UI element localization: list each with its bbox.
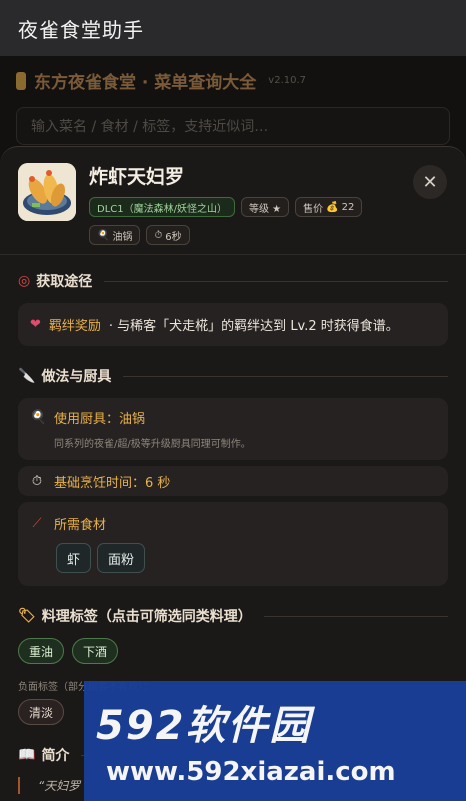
watermark-overlay: 592软件园 www.592xiazai.com — [84, 681, 466, 801]
ingredient-chip[interactable]: 面粉 — [97, 543, 146, 573]
bottle-icon — [16, 71, 26, 90]
cooker-note: 同系列的夜雀/超/极等升级厨具同理可制作。 — [54, 439, 251, 450]
watermark-url: www.592xiazai.com — [106, 757, 396, 787]
cooker-line: 使用厨具：油锅 — [54, 412, 146, 427]
cooker-card: 🍳 使用厨具：油锅 同系列的夜雀/超/极等升级厨具同理可制作。 — [18, 398, 448, 460]
watermark-brand: 592软件园 — [96, 703, 312, 749]
obtain-card: ❤ 羁绊奖励 · 与稀客「犬走椛」的羁绊达到 Lv.2 时获得食谱。 — [18, 303, 448, 346]
divider — [104, 280, 448, 282]
obtain-type-link[interactable]: 羁绊奖励 — [49, 315, 101, 334]
time-line: 基础烹饪时间：6 秒 — [54, 475, 171, 491]
chopsticks-icon: ⟋ — [32, 516, 42, 531]
time-label: 6秒 — [165, 231, 182, 243]
version-label: v2.10.7 — [268, 75, 307, 86]
level-badge: 等级 ★ — [241, 197, 290, 217]
price-badge: 售价 💰 22 — [295, 197, 363, 217]
price-label: 售价 — [303, 203, 324, 215]
cooker-badge: 🍳 油锅 — [89, 225, 141, 245]
obtain-section-title: ◎ 获取途径 — [18, 271, 448, 291]
dish-meta-row: DLC1（魔法森林/妖怪之山） 等级 ★ 售价 💰 22 — [89, 197, 363, 217]
tags-section-title: 🏷 料理标签（点击可筛选同类料理） — [18, 606, 448, 626]
tags-title: 料理标签（点击可筛选同类料理） — [41, 609, 252, 625]
heart-icon: ❤ — [30, 317, 41, 332]
tag-icon: 🏷 — [18, 608, 36, 624]
money-bag-icon: 💰 — [326, 201, 339, 213]
app-title: 夜雀食堂助手 — [18, 17, 144, 42]
time-card: ⏱ 基础烹饪时间：6 秒 — [18, 466, 448, 496]
obtain-description: · 与稀客「犬走椛」的羁绊达到 Lv.2 时获得食谱。 — [108, 319, 399, 334]
dlc-badge: DLC1（魔法森林/妖怪之山） — [89, 197, 235, 217]
site-title-row: 东方夜雀食堂 · 菜单查询大全 v2.10.7 — [16, 68, 450, 93]
close-button[interactable]: ✕ — [413, 165, 447, 199]
timer-icon: ⏱ — [31, 473, 43, 489]
close-icon: ✕ — [422, 171, 438, 193]
timer-icon: ⏱ — [154, 229, 163, 241]
dish-cook-row: 🍳 油锅 ⏱ 6秒 — [89, 225, 190, 245]
search-placeholder: 输入菜名 / 食材 / 标签，支持近似词… — [31, 119, 269, 135]
site-title: 东方夜雀食堂 · 菜单查询大全 — [34, 73, 257, 93]
shrimp-tempura-icon — [18, 163, 76, 221]
search-input[interactable]: 输入菜名 / 食材 / 标签，支持近似词… — [16, 107, 450, 145]
dish-image — [18, 163, 76, 221]
tag-chip[interactable]: 清淡 — [18, 699, 65, 725]
divider — [263, 615, 448, 617]
method-section-title: 🔪 做法与厨具 — [18, 366, 448, 386]
target-icon: ◎ — [18, 273, 31, 289]
intro-quote-text: “天妇罗 — [38, 779, 81, 793]
price-value: 22 — [341, 201, 355, 213]
ingredients-list: 虾 面粉 — [56, 543, 436, 573]
tag-chip[interactable]: 重油 — [18, 638, 65, 664]
knife-icon: 🔪 — [18, 368, 36, 384]
divider — [123, 375, 448, 377]
obtain-title: 获取途径 — [36, 274, 93, 290]
method-title: 做法与厨具 — [41, 369, 112, 385]
ingredients-title: 所需食材 — [54, 518, 107, 533]
dish-header: 炸虾天妇罗 ✕ DLC1（魔法森林/妖怪之山） 等级 ★ 售价 💰 22 🍳 油… — [0, 147, 466, 255]
frying-pan-icon: 🍳 — [30, 410, 47, 425]
ingredient-chip[interactable]: 虾 — [56, 543, 92, 573]
app-title-bar: 夜雀食堂助手 — [0, 0, 466, 56]
tag-chip[interactable]: 下酒 — [72, 638, 119, 664]
ingredients-card: ⟋ 所需食材 虾 面粉 — [18, 502, 448, 586]
positive-tags: 重油 下酒 — [18, 638, 448, 664]
book-icon: 📖 — [18, 747, 36, 763]
frying-pan-icon: 🍳 — [97, 229, 110, 241]
time-badge: ⏱ 6秒 — [146, 225, 190, 245]
dish-name: 炸虾天妇罗 — [89, 166, 185, 188]
cooker-label: 油锅 — [112, 231, 133, 243]
intro-title: 简介 — [41, 748, 70, 764]
